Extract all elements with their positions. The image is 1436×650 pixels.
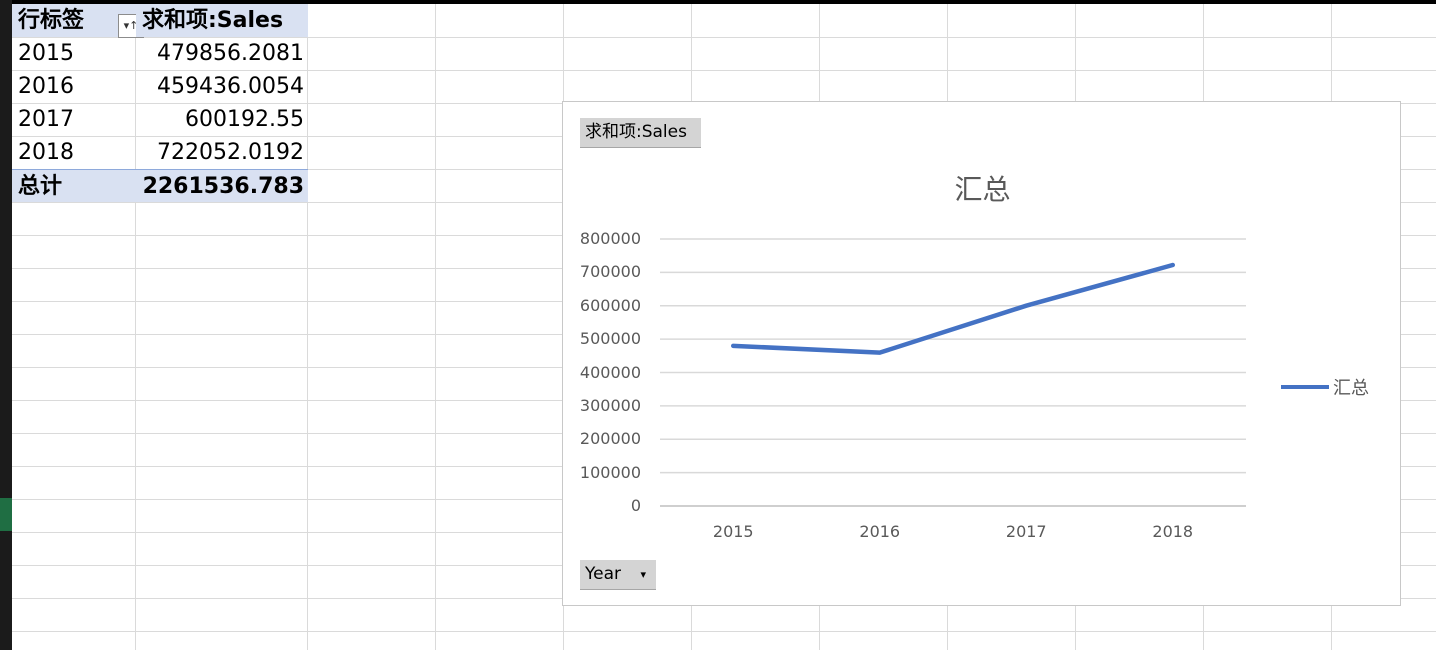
pivot-total-label[interactable]: 总计 [12, 169, 136, 202]
pivot-row-year[interactable]: 2015 [12, 37, 136, 70]
pivot-row-year[interactable]: 2016 [12, 70, 136, 103]
selected-row-marker [0, 498, 12, 531]
axis-field-label: Year [585, 564, 621, 584]
x-tick-label: 2018 [1152, 522, 1194, 541]
pivot-row-year[interactable]: 2017 [12, 103, 136, 136]
pivot-chart[interactable]: 求和项:Sales 汇总 800000 700000 600000 500000… [562, 101, 1401, 606]
plot-area [660, 238, 1246, 507]
pivot-total-value[interactable]: 2261536.783 [136, 169, 308, 202]
x-tick-label: 2015 [712, 522, 754, 541]
y-tick-label: 800000 [579, 229, 641, 248]
y-tick-label: 0 [630, 496, 641, 515]
y-tick-label: 700000 [579, 262, 641, 282]
x-tick-label: 2016 [859, 522, 901, 541]
pivot-value-header[interactable]: 求和项:Sales [136, 4, 308, 37]
pivot-row-value[interactable]: 459436.0054 [136, 70, 308, 103]
x-tick-label: 2017 [1005, 522, 1047, 541]
y-tick-label: 500000 [579, 329, 641, 349]
pivot-row-value[interactable]: 722052.0192 [136, 136, 308, 169]
gridline [435, 4, 436, 650]
row-header-strip [0, 0, 12, 650]
y-tick-label: 100000 [579, 462, 641, 482]
dropdown-arrow-icon: ▾ [640, 568, 646, 581]
y-tick-label: 300000 [579, 395, 641, 415]
y-tick-label: 600000 [579, 295, 641, 315]
pivot-row-value[interactable]: 479856.2081 [136, 37, 308, 70]
y-tick-label: 400000 [579, 362, 641, 382]
y-tick-label: 200000 [579, 429, 641, 449]
legend-line-marker [1281, 385, 1329, 389]
axis-field-button[interactable]: Year ▾ [580, 560, 656, 590]
gridline [12, 631, 1436, 632]
pivot-row-year[interactable]: 2018 [12, 136, 136, 169]
pivot-row-value[interactable]: 600192.55 [136, 103, 308, 136]
legend-label: 汇总 [1333, 378, 1369, 399]
